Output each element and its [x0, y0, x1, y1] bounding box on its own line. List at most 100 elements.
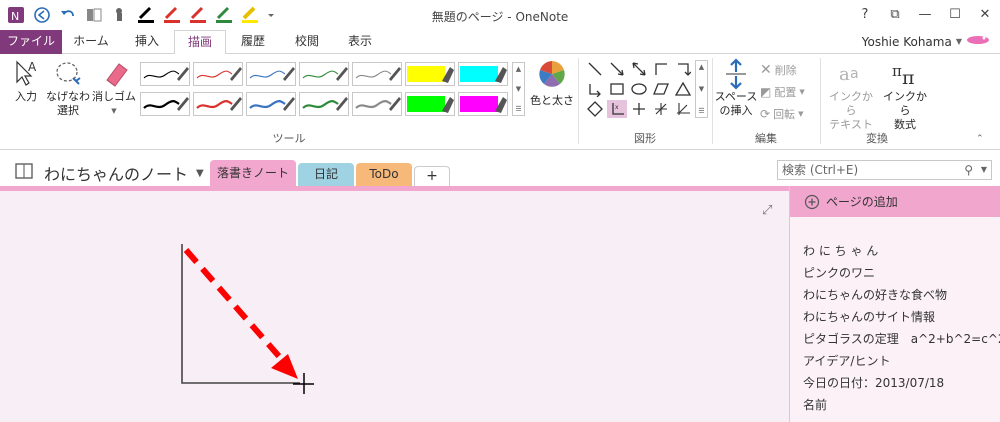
- pen-thin-black[interactable]: [140, 62, 190, 86]
- page-canvas[interactable]: ⤢: [0, 191, 789, 422]
- page-item[interactable]: わ に ち ゃ ん: [803, 242, 878, 259]
- highlighter-swatch: [407, 66, 445, 82]
- graph-3d-shape-icon[interactable]: [651, 100, 671, 118]
- dock-icon[interactable]: [84, 5, 104, 25]
- lasso-select-button[interactable]: なげなわ 選択: [46, 58, 90, 118]
- tab-review[interactable]: 校閲: [280, 30, 334, 54]
- page-item[interactable]: アイデア/ヒント: [803, 352, 890, 369]
- diamond-shape-icon[interactable]: [585, 100, 605, 118]
- pen-red-2-icon[interactable]: [188, 5, 208, 25]
- graph-cross-shape-icon[interactable]: [629, 100, 649, 118]
- highlighter-yellow[interactable]: [405, 62, 455, 86]
- tab-file[interactable]: ファイル: [0, 30, 62, 54]
- double-arrow-shape-icon[interactable]: [629, 60, 649, 78]
- page-item[interactable]: 今日の日付：2013/07/18: [803, 374, 944, 391]
- help-button[interactable]: ?: [850, 0, 880, 28]
- section-tab-diary[interactable]: 日記: [298, 163, 354, 186]
- rectangle-shape-icon[interactable]: [607, 80, 627, 98]
- notebook-selector[interactable]: わにちゃんのノート ▼: [14, 161, 204, 185]
- back-icon[interactable]: [32, 5, 52, 25]
- pen-thin-gray[interactable]: [352, 62, 402, 86]
- collapse-ribbon-icon[interactable]: ⌃: [976, 134, 984, 144]
- chevron-down-icon[interactable]: ▼: [516, 85, 521, 93]
- bend-arrow-shape-icon[interactable]: [585, 80, 605, 98]
- pen-thick-blue[interactable]: [246, 92, 296, 116]
- pen-red-icon[interactable]: [162, 5, 182, 25]
- chevron-up-icon[interactable]: ▲: [699, 63, 704, 71]
- pen-stroke: [302, 100, 339, 109]
- pen-thin-green[interactable]: [299, 62, 349, 86]
- tab-insert[interactable]: 挿入: [120, 30, 174, 54]
- tab-home[interactable]: ホーム: [62, 30, 120, 54]
- gallery-more-icon[interactable]: ☰: [698, 107, 704, 115]
- ink-to-math-button[interactable]: ππ インクから 数式: [878, 58, 932, 132]
- section-tab-doodle[interactable]: 落書きノート: [210, 160, 296, 186]
- pen-thick-gray[interactable]: [352, 92, 402, 116]
- graph-axis-shape-icon[interactable]: x: [607, 100, 627, 118]
- delete-button[interactable]: ✕ 削除: [760, 62, 797, 78]
- add-page-button[interactable]: ページの追加: [790, 186, 1000, 217]
- pen-thick-black[interactable]: [140, 92, 190, 116]
- pen-thick-green[interactable]: [299, 92, 349, 116]
- highlighter-cyan[interactable]: [458, 62, 508, 86]
- type-button[interactable]: A 入力: [8, 58, 44, 104]
- graph-grid-shape-icon[interactable]: [673, 100, 693, 118]
- customize-qat-icon[interactable]: [266, 5, 276, 25]
- highlighter-green[interactable]: [405, 92, 455, 116]
- section-tab-todo[interactable]: ToDo: [356, 163, 412, 186]
- lasso-icon: [56, 62, 81, 85]
- triangle-shape-icon[interactable]: [673, 80, 693, 98]
- chevron-down-icon[interactable]: ▼: [981, 161, 987, 179]
- page-item[interactable]: ピタゴラスの定理 a^2+b^2=c^2: [803, 330, 1000, 347]
- arrow-shape-icon[interactable]: [607, 60, 627, 78]
- search-input[interactable]: 検索 (Ctrl+E) ⚲ ▼: [777, 160, 992, 180]
- search-icon[interactable]: ⚲: [964, 161, 973, 179]
- quick-access-toolbar: N: [6, 5, 276, 25]
- pen-thin-blue[interactable]: [246, 62, 296, 86]
- parallelogram-shape-icon[interactable]: [651, 80, 671, 98]
- corner-arrow-shape-icon[interactable]: [673, 60, 693, 78]
- axis-shape-icon[interactable]: [651, 60, 671, 78]
- highlighter-magenta[interactable]: [458, 92, 508, 116]
- arrange-button[interactable]: ◩ 配置 ▼: [760, 84, 805, 100]
- tab-draw[interactable]: 描画: [174, 30, 226, 55]
- search-placeholder: 検索 (Ctrl+E): [782, 163, 859, 177]
- gallery-scroll[interactable]: ▲ ▼ ☰: [512, 62, 525, 116]
- page-item[interactable]: わにちゃんの好きな食べ物: [803, 286, 947, 303]
- drawn-dashed-arrow[interactable]: [183, 248, 287, 364]
- drawing-layer[interactable]: [0, 191, 789, 422]
- pen-thick-red[interactable]: [193, 92, 243, 116]
- pen-black-icon[interactable]: [136, 5, 156, 25]
- user-account[interactable]: Yoshie Kohama ▼: [862, 34, 990, 49]
- tab-view[interactable]: 表示: [334, 30, 386, 54]
- eraser-button[interactable]: 消しゴム ▼: [92, 58, 136, 118]
- shapes-scroll[interactable]: ▲ ▼ ☰: [695, 60, 708, 118]
- highlighter-yellow-icon[interactable]: [240, 5, 260, 25]
- gallery-more-icon[interactable]: ☰: [515, 105, 521, 113]
- minimize-button[interactable]: —: [910, 0, 940, 28]
- ellipse-shape-icon[interactable]: [629, 80, 649, 98]
- close-button[interactable]: ✕: [970, 0, 1000, 28]
- add-section-button[interactable]: +: [414, 166, 450, 186]
- chevron-down-icon[interactable]: ▼: [699, 85, 704, 93]
- undo-icon[interactable]: [58, 5, 78, 25]
- highlighter-swatch: [407, 96, 445, 112]
- rotate-button[interactable]: ⟳ 回転 ▼: [760, 106, 803, 122]
- touch-mode-icon[interactable]: [110, 5, 130, 25]
- ink-to-text-button[interactable]: aa インクから テキスト: [824, 58, 878, 132]
- notebook-name: わにちゃんのノート: [44, 165, 189, 184]
- insert-space-button[interactable]: スペース の挿入: [714, 58, 758, 118]
- full-page-view-button[interactable]: ⧉: [880, 0, 910, 28]
- pen-thin-red[interactable]: [193, 62, 243, 86]
- page-item[interactable]: ピンクのワニ: [803, 264, 875, 281]
- color-thickness-button[interactable]: 色と太さ: [530, 58, 574, 108]
- highlighter-swatch: [460, 96, 498, 112]
- page-item[interactable]: わにちゃんのサイト情報: [803, 308, 935, 325]
- pen-green-icon[interactable]: [214, 5, 234, 25]
- chevron-up-icon[interactable]: ▲: [516, 65, 521, 73]
- page-item[interactable]: 名前: [803, 396, 827, 413]
- maximize-button[interactable]: ☐: [940, 0, 970, 28]
- line-shape-icon[interactable]: [585, 60, 605, 78]
- tab-history[interactable]: 履歴: [226, 30, 280, 54]
- pen-stroke: [196, 100, 233, 109]
